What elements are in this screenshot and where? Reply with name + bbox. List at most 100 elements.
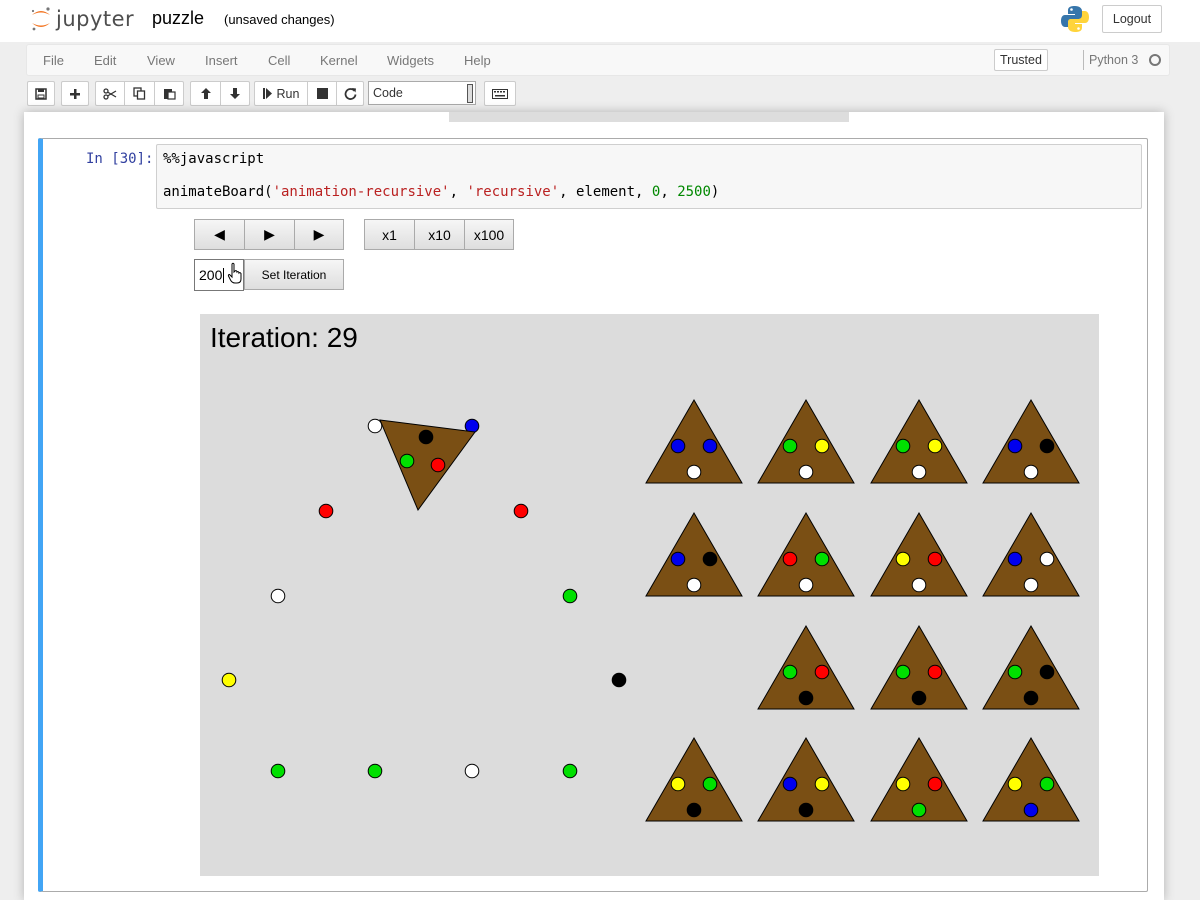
- previous-output-area: [449, 112, 849, 122]
- marble-red: [927, 664, 943, 680]
- save-button[interactable]: [27, 81, 55, 106]
- save-status: (unsaved changes): [224, 12, 335, 27]
- insert-cell-button[interactable]: [61, 81, 89, 106]
- marble-green: [1039, 776, 1055, 792]
- marble-blue: [1007, 551, 1023, 567]
- code-number-arg: 2500: [677, 184, 711, 200]
- marble-white: [911, 464, 927, 480]
- marble-green: [562, 763, 578, 779]
- marble-white: [1039, 551, 1055, 567]
- cell-type-select[interactable]: Code: [368, 81, 476, 105]
- move-down-button[interactable]: [220, 81, 250, 106]
- marble-green: [562, 588, 578, 604]
- header: jupyter puzzle (unsaved changes) Logout: [0, 0, 1200, 42]
- trusted-indicator[interactable]: Trusted: [994, 49, 1048, 71]
- marble-white: [1023, 464, 1039, 480]
- marble-blue: [670, 438, 686, 454]
- kernel-idle-icon: [1149, 54, 1161, 66]
- marble-yellow: [895, 551, 911, 567]
- marble-black: [686, 802, 702, 818]
- marble-white: [686, 577, 702, 593]
- stop-icon: [316, 88, 328, 99]
- code-separator: ,: [660, 184, 678, 200]
- marble-red: [814, 664, 830, 680]
- input-prompt: In [30]:: [86, 151, 154, 167]
- run-button[interactable]: Run: [254, 81, 308, 106]
- speed-x10-button[interactable]: x10: [414, 219, 465, 250]
- move-up-button[interactable]: [190, 81, 221, 106]
- code-string-arg: 'animation-recursive': [272, 184, 450, 200]
- code-string-arg: 'recursive': [466, 184, 560, 200]
- arrow-up-icon: [200, 88, 211, 99]
- iteration-label: Iteration: 29: [210, 322, 358, 354]
- menu-file[interactable]: File: [43, 53, 64, 68]
- code-editor[interactable]: %%javascript animateBoard('animation-rec…: [156, 144, 1142, 209]
- marble-red: [927, 551, 943, 567]
- marble-green: [399, 453, 415, 469]
- previous-step-button[interactable]: ◀: [194, 219, 245, 250]
- copy-button[interactable]: [124, 81, 155, 106]
- iteration-label-prefix: Iteration:: [210, 322, 327, 353]
- code-line-magic: %%javascript: [163, 151, 265, 167]
- menu-cell[interactable]: Cell: [268, 53, 290, 68]
- code-separator: ,: [559, 184, 577, 200]
- speed-x100-button[interactable]: x100: [464, 219, 514, 250]
- marble-yellow: [221, 672, 237, 688]
- marble-green: [782, 664, 798, 680]
- marble-white: [798, 464, 814, 480]
- marble-red: [782, 551, 798, 567]
- marble-yellow: [927, 438, 943, 454]
- set-iteration-button[interactable]: Set Iteration: [244, 259, 344, 290]
- previous-step-icon: ◀: [214, 226, 225, 242]
- keyboard-icon: [492, 88, 508, 99]
- marble-blue: [702, 438, 718, 454]
- jupyter-logo-icon: [31, 7, 50, 31]
- marble-green: [911, 802, 927, 818]
- marble-yellow: [670, 776, 686, 792]
- code-separator: ,: [449, 184, 467, 200]
- marble-yellow: [814, 776, 830, 792]
- marble-white: [464, 763, 480, 779]
- code-line-call: animateBoard('animation-recursive', 'rec…: [163, 184, 719, 200]
- interrupt-button[interactable]: [307, 81, 337, 106]
- marble-red: [927, 776, 943, 792]
- code-close-paren: ): [710, 184, 720, 200]
- marble-red: [318, 503, 334, 519]
- marble-white: [1023, 577, 1039, 593]
- logout-button[interactable]: Logout: [1102, 5, 1162, 33]
- menu-view[interactable]: View: [147, 53, 175, 68]
- restart-icon: [344, 88, 356, 100]
- jupyter-logo[interactable]: jupyter: [30, 4, 134, 34]
- marble-yellow: [1007, 776, 1023, 792]
- marble-green: [814, 551, 830, 567]
- next-step-button[interactable]: ▶: [294, 219, 344, 250]
- menu-insert[interactable]: Insert: [205, 53, 238, 68]
- iteration-input-value: 200: [199, 267, 223, 283]
- python-logo-icon: [1061, 6, 1089, 32]
- menu-edit[interactable]: Edit: [94, 53, 116, 68]
- hand-pointer-icon: [227, 262, 242, 284]
- play-button[interactable]: ▶: [244, 219, 295, 250]
- marble-black: [1023, 690, 1039, 706]
- marble-white: [367, 418, 383, 434]
- marble-green: [895, 664, 911, 680]
- menu-kernel[interactable]: Kernel: [320, 53, 358, 68]
- plus-icon: [70, 88, 80, 99]
- marble-green: [270, 763, 286, 779]
- restart-button[interactable]: [336, 81, 364, 106]
- next-step-icon: ▶: [313, 226, 325, 242]
- speed-x1-button[interactable]: x1: [364, 219, 415, 250]
- cut-button[interactable]: [95, 81, 125, 106]
- command-palette-button[interactable]: [484, 81, 516, 106]
- menubar: File Edit View Insert Cell Kernel Widget…: [26, 44, 1170, 76]
- marble-blue: [670, 551, 686, 567]
- code-separator: ,: [635, 184, 652, 200]
- marble-blue: [1023, 802, 1039, 818]
- menu-help[interactable]: Help: [464, 53, 491, 68]
- notebook-name[interactable]: puzzle: [152, 8, 204, 29]
- paste-button[interactable]: [154, 81, 184, 106]
- menu-widgets[interactable]: Widgets: [387, 53, 434, 68]
- code-function: animateBoard(: [163, 184, 273, 200]
- marble-black: [798, 690, 814, 706]
- marble-red: [513, 503, 529, 519]
